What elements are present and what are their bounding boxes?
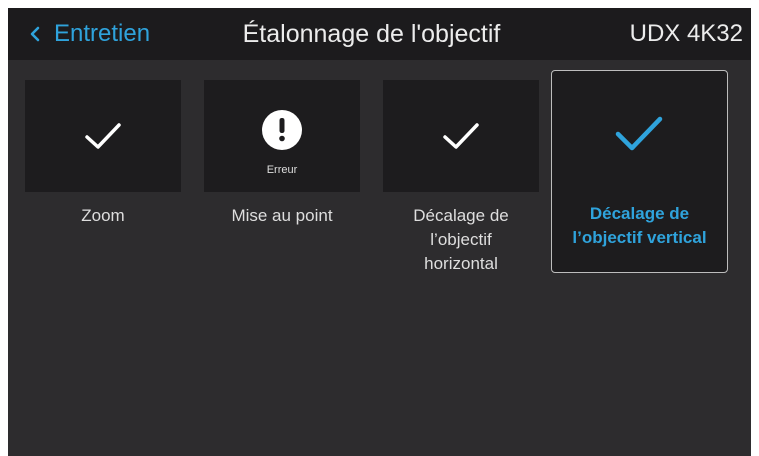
- tile-vertical-shift[interactable]: Décalage de l’objectif vertical: [551, 70, 728, 273]
- header-bar: Entretien Étalonnage de l'objectif UDX 4…: [8, 8, 751, 60]
- device-name: UDX 4K32: [629, 20, 743, 47]
- tile-horizontal-shift-status: [383, 80, 539, 192]
- tile-vertical-shift-label: Décalage de l’objectif vertical: [572, 204, 707, 247]
- tile-zoom-label: Zoom: [81, 206, 125, 225]
- tile-horizontal-shift-label: Décalage de l’objectif horizontal: [413, 206, 509, 273]
- exclamation-icon: [262, 110, 302, 150]
- error-status-label: Erreur: [266, 164, 298, 176]
- tile-focus-label: Mise au point: [231, 206, 333, 225]
- tile-zoom[interactable]: Zoom: [25, 80, 181, 228]
- check-icon: [443, 123, 479, 149]
- tile-zoom-status: [25, 80, 181, 192]
- check-icon: [615, 116, 663, 150]
- tile-horizontal-shift[interactable]: Décalage de l’objectif horizontal: [383, 80, 539, 276]
- tile-focus-status: Erreur: [204, 80, 360, 192]
- tile-vertical-shift-status: [552, 71, 726, 194]
- lens-calibration-screen: Entretien Étalonnage de l'objectif UDX 4…: [8, 8, 751, 456]
- tile-focus[interactable]: Erreur Mise au point: [204, 80, 360, 228]
- check-icon: [85, 123, 121, 149]
